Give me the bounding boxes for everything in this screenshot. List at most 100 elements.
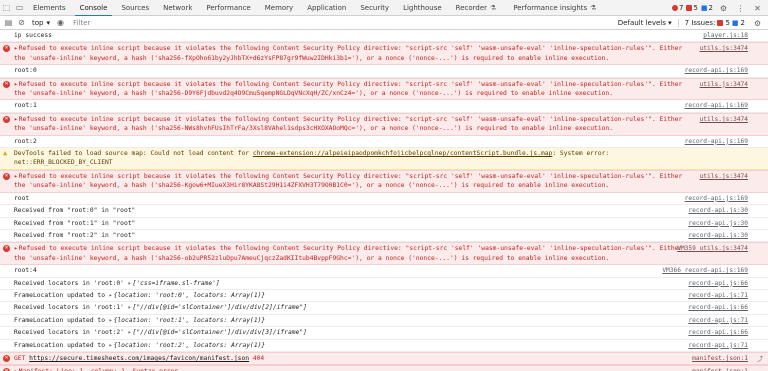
tab-label: Performance insights bbox=[513, 3, 588, 12]
tab-security[interactable]: Security bbox=[353, 0, 396, 16]
source-link[interactable]: record-api.js:169 bbox=[685, 194, 748, 203]
expand-arrow-icon[interactable]: ▸ bbox=[109, 317, 113, 324]
source-link[interactable]: manifest.json:1 bbox=[692, 367, 748, 371]
error-counter[interactable]: 7 5 ■ 2 bbox=[671, 4, 713, 12]
error-message: ✕▸Manifest: Line: 1, column: 1, Syntax e… bbox=[0, 365, 768, 371]
object-preview[interactable]: {location: 'root:0', locators: Array(1)} bbox=[114, 292, 266, 299]
expand-arrow-icon[interactable]: ▸ bbox=[109, 342, 113, 349]
message-text: root bbox=[14, 194, 30, 202]
source-link[interactable]: manifest.json:1 bbox=[692, 354, 748, 363]
tab-application[interactable]: Application bbox=[300, 0, 353, 16]
source-link[interactable]: record-api.js:66 bbox=[688, 279, 748, 288]
log-message: FrameLocation updated to ▸{location: 'ro… bbox=[0, 290, 768, 303]
filter-input[interactable]: Filter bbox=[73, 19, 90, 27]
error-icon: ✕ bbox=[3, 354, 10, 362]
expand-arrow-icon[interactable]: ▸ bbox=[128, 280, 132, 287]
log-message: Received from "root:0" in "root" record-a… bbox=[0, 205, 768, 218]
message-text: root:2 bbox=[14, 137, 37, 145]
message-text: Received from "root:1" in "root" bbox=[14, 219, 136, 227]
error-message: ✕ ▸Refused to execute inline script becau… bbox=[0, 242, 768, 266]
source-link[interactable]: record-api.js:30 bbox=[688, 206, 748, 215]
message-prefix: FrameLocation updated to bbox=[14, 291, 109, 299]
tab-performance[interactable]: Performance bbox=[199, 0, 257, 16]
source-link[interactable]: record-api.js:71 bbox=[688, 341, 748, 350]
tab-console[interactable]: Console bbox=[73, 0, 115, 17]
source-link[interactable]: VM359 utils.js:3474 bbox=[677, 244, 748, 253]
object-preview[interactable]: {location: 'root:2', locators: Array(1)} bbox=[114, 342, 266, 349]
eye-icon[interactable]: ◉ bbox=[54, 16, 67, 29]
object-preview[interactable]: ["//div[@id='slContainer']/div/div[2]/if… bbox=[133, 304, 307, 311]
tab-label: Application bbox=[307, 3, 347, 12]
issues-error-count: 5 bbox=[725, 19, 730, 27]
source-link[interactable]: utils.js:3474 bbox=[700, 80, 748, 89]
expand-arrow-icon[interactable]: ▸ bbox=[14, 173, 18, 180]
message-text: root:1 bbox=[14, 102, 37, 110]
issue-icon bbox=[686, 5, 693, 11]
inspect-element-icon[interactable]: ⬚ bbox=[0, 1, 13, 14]
console-settings-icon[interactable]: ⚙ bbox=[751, 17, 764, 30]
source-link[interactable]: record-api.js:71 bbox=[688, 291, 748, 300]
object-preview[interactable]: ['css=iframe.sl-frame'] bbox=[133, 280, 220, 287]
source-link[interactable]: record-api.js:169 bbox=[685, 66, 748, 75]
tab-lighthouse[interactable]: Lighthouse bbox=[396, 0, 449, 16]
context-label: top bbox=[32, 18, 44, 27]
device-toolbar-icon[interactable]: ▭ bbox=[13, 1, 26, 14]
method-label: GET bbox=[14, 354, 30, 362]
clear-console-icon[interactable]: ⊘ bbox=[15, 16, 28, 29]
error-message: ✕ ▸Refused to execute inline script becau… bbox=[0, 42, 768, 66]
tab-elements[interactable]: Elements bbox=[26, 0, 73, 16]
source-link[interactable]: utils.js:3474 bbox=[700, 44, 748, 53]
error-icon: ✕ bbox=[3, 45, 10, 53]
source-link[interactable]: record-api.js:169 bbox=[685, 137, 748, 146]
tab-recorder[interactable]: Recorder ⚗ bbox=[449, 0, 507, 16]
flask-icon: ⚗ bbox=[590, 3, 597, 12]
log-message: FrameLocation updated to ▸{location: 'ro… bbox=[0, 340, 768, 352]
network-error-message: ✕ GET https://secure.timesheets.com/image… bbox=[0, 351, 768, 366]
expand-arrow-icon[interactable]: ▸ bbox=[14, 245, 18, 252]
source-link[interactable]: player.js:18 bbox=[703, 31, 748, 40]
source-link[interactable]: record-api.js:66 bbox=[688, 328, 748, 337]
log-message: Received locators in 'root:0' ▸['css=ifr… bbox=[0, 278, 768, 290]
message-prefix: Received locators in 'root:0' bbox=[14, 279, 128, 287]
source-link[interactable]: record-api.js:169 bbox=[685, 101, 748, 110]
devtools-tabbar: ⬚ ▭ Elements Console Sources Network Perform… bbox=[0, 0, 768, 17]
tab-sources[interactable]: Sources bbox=[114, 0, 156, 16]
object-preview[interactable]: ["//div[@id='slContainer']/div/div[3]/if… bbox=[133, 329, 307, 336]
sidebar-toggle-icon[interactable]: ▤ bbox=[2, 16, 15, 29]
error-icon: ✕ bbox=[3, 80, 10, 88]
context-selector[interactable]: top ▾ bbox=[28, 19, 54, 27]
network-panel-icon[interactable]: ⤴ bbox=[757, 355, 763, 364]
expand-arrow-icon[interactable]: ▸ bbox=[128, 304, 132, 311]
levels-dropdown[interactable]: Default levels ▾ bbox=[618, 19, 672, 27]
request-url-link[interactable]: https://secure.timesheets.com/images/fav… bbox=[29, 355, 249, 362]
source-link[interactable]: utils.js:3474 bbox=[700, 115, 748, 124]
source-link[interactable]: record-api.js:66 bbox=[688, 303, 748, 312]
source-map-link[interactable]: chrome-extension://alpeieipaodpomkchfoji… bbox=[253, 150, 553, 157]
issues-button[interactable]: 7 Issues: 5 ■ 2 bbox=[677, 19, 745, 27]
gear-icon[interactable]: ⚙ bbox=[717, 2, 730, 15]
object-preview[interactable]: {location: 'root:1', locators: Array(1)} bbox=[114, 317, 266, 324]
more-options-icon[interactable]: ⋮ bbox=[734, 2, 747, 15]
source-link[interactable]: record-api.js:71 bbox=[688, 316, 748, 325]
expand-arrow-icon[interactable]: ▸ bbox=[14, 116, 18, 123]
tab-label: Console bbox=[79, 3, 108, 12]
expand-arrow-icon[interactable]: ▸ bbox=[14, 81, 18, 88]
expand-arrow-icon[interactable]: ▸ bbox=[109, 292, 113, 299]
issues-info-count: 2 bbox=[740, 19, 745, 27]
close-icon[interactable]: ✕ bbox=[751, 2, 764, 15]
log-message: root:2 record-api.js:169 bbox=[0, 136, 768, 149]
source-link[interactable]: record-api.js:30 bbox=[688, 231, 748, 240]
source-link[interactable]: record-api.js:30 bbox=[688, 219, 748, 228]
tab-performance-insights[interactable]: Performance insights ⚗ bbox=[506, 0, 606, 16]
expand-arrow-icon[interactable]: ▸ bbox=[14, 45, 18, 52]
log-message: Received from "root:2" in "root" record-a… bbox=[0, 230, 768, 243]
tab-memory[interactable]: Memory bbox=[258, 0, 300, 16]
console-toolbar: ▤ ⊘ top ▾ ◉ Filter Default levels ▾ 7 Is… bbox=[0, 16, 768, 30]
tab-network[interactable]: Network bbox=[156, 0, 199, 16]
expand-arrow-icon[interactable]: ▸ bbox=[128, 329, 132, 336]
source-link[interactable]: VM366 record-api.js:169 bbox=[662, 266, 748, 275]
chevron-down-icon: ▾ bbox=[46, 18, 50, 27]
source-link[interactable]: utils.js:3474 bbox=[700, 172, 748, 181]
log-message: Received locators in 'root:2' ▸["//div[@… bbox=[0, 327, 768, 340]
message-text: root:4 bbox=[14, 267, 37, 275]
